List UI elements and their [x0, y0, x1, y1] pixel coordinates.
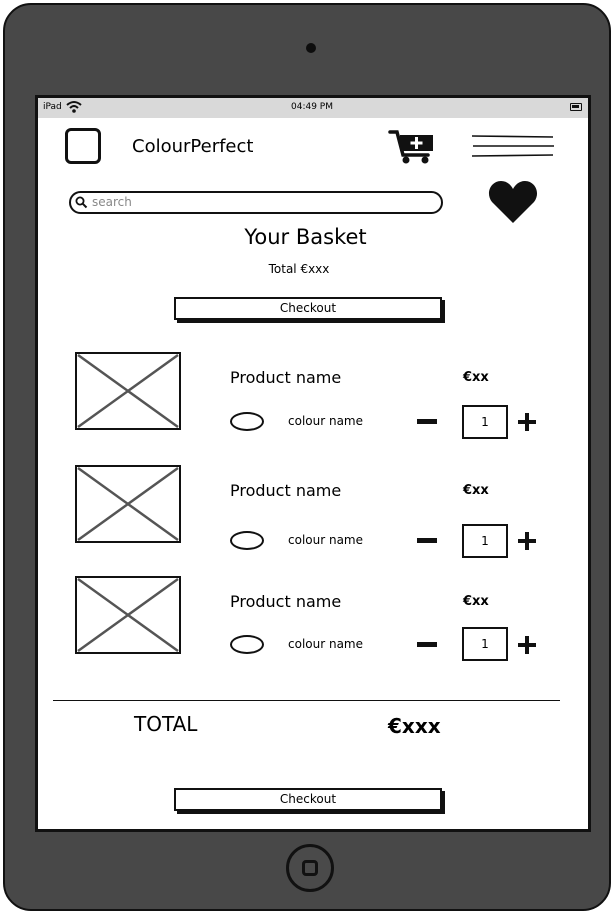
product-price: €xx	[463, 594, 489, 609]
quantity-field[interactable]: 1	[462, 405, 508, 439]
tablet-frame: iPad 04:49 PM ColourPerfect search Your …	[3, 3, 611, 911]
search-icon	[75, 196, 88, 209]
status-bar: iPad 04:49 PM	[38, 98, 588, 118]
checkout-button-bottom[interactable]: Checkout	[174, 788, 442, 811]
basket-item: Product name €xx colour name 1	[38, 352, 588, 462]
checkout-button-top[interactable]: Checkout	[174, 297, 442, 320]
product-name[interactable]: Product name	[230, 368, 341, 387]
colour-swatch-icon	[230, 531, 264, 550]
search-placeholder: search	[92, 195, 132, 209]
decrease-quantity-button[interactable]	[417, 538, 437, 543]
colour-swatch-icon	[230, 412, 264, 431]
colour-swatch-icon	[230, 635, 264, 654]
divider	[53, 700, 560, 701]
camera-icon	[306, 43, 316, 53]
colour-name: colour name	[288, 637, 363, 651]
wifi-icon	[66, 101, 82, 113]
search-input[interactable]: search	[69, 191, 443, 214]
decrease-quantity-button[interactable]	[417, 642, 437, 647]
basket-total: Total €xxx	[268, 262, 330, 276]
logo-placeholder-icon[interactable]	[65, 128, 101, 164]
home-square-icon	[302, 860, 318, 876]
increase-quantity-button[interactable]	[517, 635, 537, 655]
brand-name[interactable]: ColourPerfect	[132, 136, 253, 157]
basket-item: Product name €xx colour name 1	[38, 465, 588, 575]
decrease-quantity-button[interactable]	[417, 419, 437, 424]
cart-add-icon[interactable]	[388, 128, 436, 166]
heart-icon[interactable]	[488, 180, 538, 224]
increase-quantity-button[interactable]	[517, 531, 537, 551]
image-placeholder-icon	[75, 352, 181, 430]
image-placeholder-icon	[75, 465, 181, 543]
product-price: €xx	[463, 483, 489, 498]
hamburger-menu-icon[interactable]	[471, 134, 555, 160]
page-title: Your Basket	[244, 225, 367, 249]
product-name[interactable]: Product name	[230, 592, 341, 611]
quantity-field[interactable]: 1	[462, 627, 508, 661]
grand-total-label: TOTAL	[134, 712, 198, 736]
screen: iPad 04:49 PM ColourPerfect search Your …	[35, 95, 591, 832]
image-placeholder-icon	[75, 576, 181, 654]
basket-item: Product name €xx colour name 1	[38, 576, 588, 686]
grand-total-value: €xxx	[388, 714, 441, 738]
device-label: iPad	[43, 102, 62, 112]
status-time: 04:49 PM	[291, 102, 333, 112]
battery-icon	[570, 103, 582, 111]
increase-quantity-button[interactable]	[517, 412, 537, 432]
product-name[interactable]: Product name	[230, 481, 341, 500]
home-button[interactable]	[286, 844, 334, 892]
quantity-field[interactable]: 1	[462, 524, 508, 558]
colour-name: colour name	[288, 414, 363, 428]
product-price: €xx	[463, 370, 489, 385]
colour-name: colour name	[288, 533, 363, 547]
